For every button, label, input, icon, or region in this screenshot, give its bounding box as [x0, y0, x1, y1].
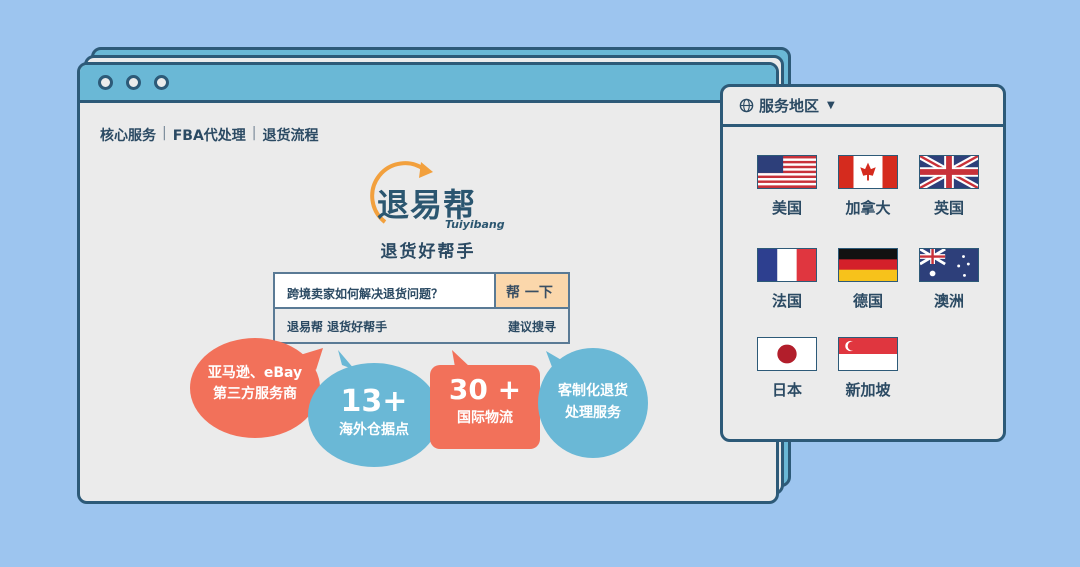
us-flag-icon — [757, 155, 817, 189]
country-france[interactable]: 法国 — [746, 248, 828, 311]
france-flag-icon — [757, 248, 817, 282]
country-canada[interactable]: 加拿大 — [827, 155, 909, 218]
bubble-custom-service: 客制化退货 处理服务 — [538, 380, 648, 424]
bubble-number: 30 + — [448, 373, 522, 406]
canada-flag-icon — [838, 155, 898, 189]
region-title: 服务地区 — [759, 97, 820, 115]
bubble-text: 第三方服务商 — [213, 386, 297, 402]
country-label: 美国 — [771, 199, 802, 217]
country-label: 德国 — [852, 292, 883, 310]
bubble-warehouses: 13+ 海外仓据点 — [309, 385, 439, 439]
australia-flag-icon — [919, 248, 979, 282]
singapore-flag-icon — [838, 337, 898, 371]
bubble-text: 海外仓据点 — [339, 422, 409, 438]
region-dropdown[interactable]: 服务地区 ▼ — [723, 87, 1003, 127]
country-label: 法国 — [771, 292, 802, 310]
bubble-logistics: 30 + 国际物流 — [430, 373, 540, 427]
bubble-text: 客制化退货 — [558, 383, 628, 399]
country-usa[interactable]: 美国 — [746, 155, 828, 218]
bubble-text: 亚马逊、eBay — [207, 365, 303, 381]
country-singapore[interactable]: 新加坡 — [827, 337, 909, 400]
uk-flag-icon — [919, 155, 979, 189]
country-label: 英国 — [933, 199, 964, 217]
japan-flag-icon — [757, 337, 817, 371]
bubble-text: 处理服务 — [565, 405, 621, 421]
browser-window: 核心服务 | FBA代处理 | 退货流程 退易帮 Tuiyibang 退货好帮手… — [77, 62, 779, 504]
country-japan[interactable]: 日本 — [746, 337, 828, 400]
country-australia[interactable]: 澳洲 — [908, 248, 990, 311]
globe-icon — [739, 98, 754, 113]
bubble-amazon-ebay: 亚马逊、eBay 第三方服务商 — [190, 363, 320, 405]
country-germany[interactable]: 德国 — [827, 248, 909, 311]
country-label: 加拿大 — [845, 199, 891, 217]
germany-flag-icon — [838, 248, 898, 282]
region-panel: 服务地区 ▼ 美国 加拿大 英国 法国 德国 澳洲 日本 新加坡 — [720, 84, 1006, 442]
country-label: 新加坡 — [845, 381, 891, 399]
country-label: 澳洲 — [933, 292, 964, 310]
chevron-down-icon: ▼ — [827, 100, 835, 111]
country-label: 日本 — [771, 381, 802, 399]
country-uk[interactable]: 英国 — [908, 155, 990, 218]
bubble-number: 13+ — [340, 384, 408, 419]
bubble-text: 国际物流 — [457, 410, 513, 426]
